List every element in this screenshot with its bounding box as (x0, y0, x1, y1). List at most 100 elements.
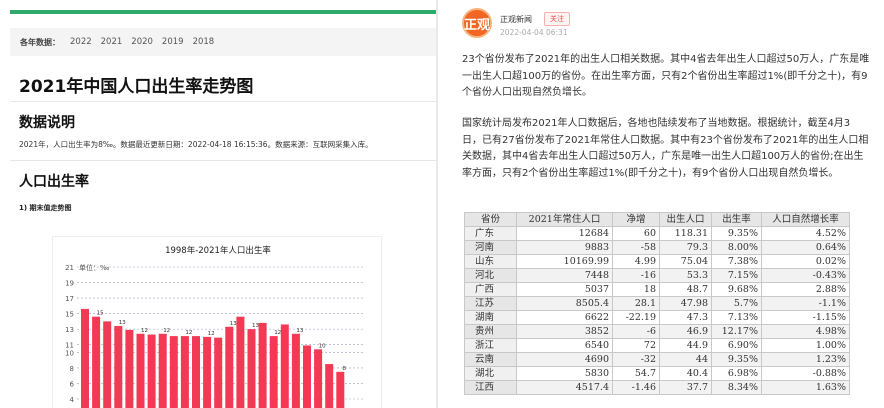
birthrate-chart: 1998年-2021年人口出生率 4 6 8 10 11 13 15 17 19 21 单位：‰ 15… (52, 236, 382, 408)
publisher-name[interactable]: 正观新闻 (500, 14, 532, 25)
table-cell: 8.00% (711, 240, 762, 255)
article-paragraph-1: 23个省份发布了2021年的出生人口相关数据。其中4省去年出生人口超过50万人，… (462, 54, 870, 98)
table-cell: 7448 (516, 268, 613, 283)
bar (203, 336, 212, 408)
y-tick-label: 21 (65, 264, 74, 272)
table-cell: 75.04 (659, 254, 712, 269)
table-cell: 5.7% (711, 296, 762, 311)
province-cell: 江西 (464, 380, 517, 395)
panel-separator (436, 0, 438, 408)
data-note: 2021年，人口出生率为8‰。数据最近更新日期：2022-04-18 16:15… (19, 140, 373, 149)
bar (280, 324, 289, 408)
column-header: 省份 (464, 212, 517, 227)
table-cell: -1.15% (761, 310, 850, 325)
table-cell: 6.90% (711, 338, 762, 353)
table-cell: 44 (659, 352, 712, 367)
province-cell: 云南 (464, 352, 517, 367)
data-label: 8 (343, 366, 347, 372)
table-cell: 1.00% (761, 338, 850, 353)
table-cell: 7.15% (711, 268, 762, 283)
province-cell: 河南 (464, 240, 517, 255)
table-row: 山东 10169.99 4.99 75.04 7.38% 0.02% (464, 254, 850, 269)
table-cell: 4690 (516, 352, 613, 367)
table-cell: 3852 (516, 324, 613, 339)
table-row: 浙江 6540 72 44.9 6.90% 1.00% (464, 338, 850, 353)
table-row: 湖南 6622 -22.19 47.3 7.13% -1.15% (464, 310, 850, 325)
table-cell: 47.3 (659, 310, 712, 325)
news-article: 正观 正观新闻 关注 2022-04-04 06:31 23个省份发布了2021… (452, 0, 884, 408)
table-cell: 53.3 (659, 268, 712, 283)
table-cell: 46.9 (659, 324, 712, 339)
province-cell: 浙江 (464, 338, 517, 353)
y-tick-label: 10 (65, 349, 74, 357)
table-cell: 118.31 (659, 226, 712, 241)
y-tick-label: 8 (70, 365, 74, 373)
table-cell: 47.98 (659, 296, 712, 311)
divider (10, 160, 436, 161)
province-cell: 广西 (464, 282, 517, 297)
data-label: 15 (97, 311, 104, 317)
province-cell: 河北 (464, 268, 517, 283)
table-cell: 6622 (516, 310, 613, 325)
section-title-birthrate: 人口出生率 (19, 174, 89, 190)
table-cell: 8505.4 (516, 296, 613, 311)
bar (291, 333, 300, 408)
divider (10, 101, 436, 102)
year-selector: 各年数据： 2022 2021 2020 2019 2018 (10, 28, 436, 56)
province-cell: 湖北 (464, 366, 517, 381)
y-tick-label: 4 (70, 396, 75, 404)
data-label: 13 (230, 321, 237, 327)
table-cell: 5037 (516, 282, 613, 297)
province-cell: 贵州 (464, 324, 517, 339)
year-link-2019[interactable]: 2019 (162, 37, 184, 47)
table-cell: 0.64% (761, 240, 850, 255)
column-header: 出生人口 (659, 212, 712, 227)
follow-button[interactable]: 关注 (544, 12, 570, 26)
birthrate-data-page: 各年数据： 2022 2021 2020 2019 2018 2021年中国人口… (0, 0, 438, 408)
bar (125, 329, 134, 408)
bar (136, 333, 145, 408)
bar (169, 336, 178, 408)
y-tick-label: 6 (70, 380, 75, 388)
bar (81, 308, 89, 408)
year-link-2020[interactable]: 2020 (131, 37, 153, 47)
data-label: 13 (119, 320, 126, 326)
bar (114, 326, 123, 408)
table-cell: -6 (612, 324, 660, 339)
table-cell: 48.7 (659, 282, 712, 297)
data-label: 12 (163, 328, 170, 334)
publisher-avatar[interactable]: 正观 (462, 8, 492, 38)
top-accent-bar (10, 10, 436, 14)
table-cell: 7.13% (711, 310, 762, 325)
data-label: 10 (319, 343, 326, 349)
section-title-data-note: 数据说明 (19, 115, 75, 131)
table-cell: 9.35% (711, 352, 762, 367)
year-link-2018[interactable]: 2018 (193, 37, 215, 47)
year-link-2022[interactable]: 2022 (70, 37, 92, 47)
province-cell: 广东 (464, 226, 517, 241)
table-row: 河南 9883 -58 79.3 8.00% 0.64% (464, 240, 850, 255)
bar (336, 371, 345, 408)
table-row: 广西 5037 18 48.7 9.68% 2.88% (464, 282, 850, 297)
table-cell: 12.17% (711, 324, 762, 339)
year-link-2021[interactable]: 2021 (101, 37, 123, 47)
column-header: 2021年常住人口 (516, 212, 613, 227)
data-label: 13 (252, 323, 259, 329)
table-cell: 12684 (516, 226, 613, 241)
table-cell: -1.1% (761, 296, 850, 311)
bar (325, 364, 334, 408)
table-cell: 37.7 (659, 380, 712, 395)
bar (314, 349, 323, 408)
table-cell: 44.9 (659, 338, 712, 353)
chart-plot: 46810111315171921 单位：‰151312 12 12 1213 1312 1… (65, 263, 365, 408)
table-cell: 4517.4 (516, 380, 613, 395)
table-cell: 1.63% (761, 380, 850, 395)
bar (247, 329, 256, 408)
page-title: 2021年中国人口出生率走势图 (19, 77, 254, 97)
y-tick-label: 19 (65, 280, 74, 288)
table-cell: 9.68% (711, 282, 762, 297)
bar (180, 336, 189, 408)
y-tick-label: 13 (65, 326, 74, 334)
data-label: 13 (296, 328, 303, 334)
bar (158, 333, 167, 408)
